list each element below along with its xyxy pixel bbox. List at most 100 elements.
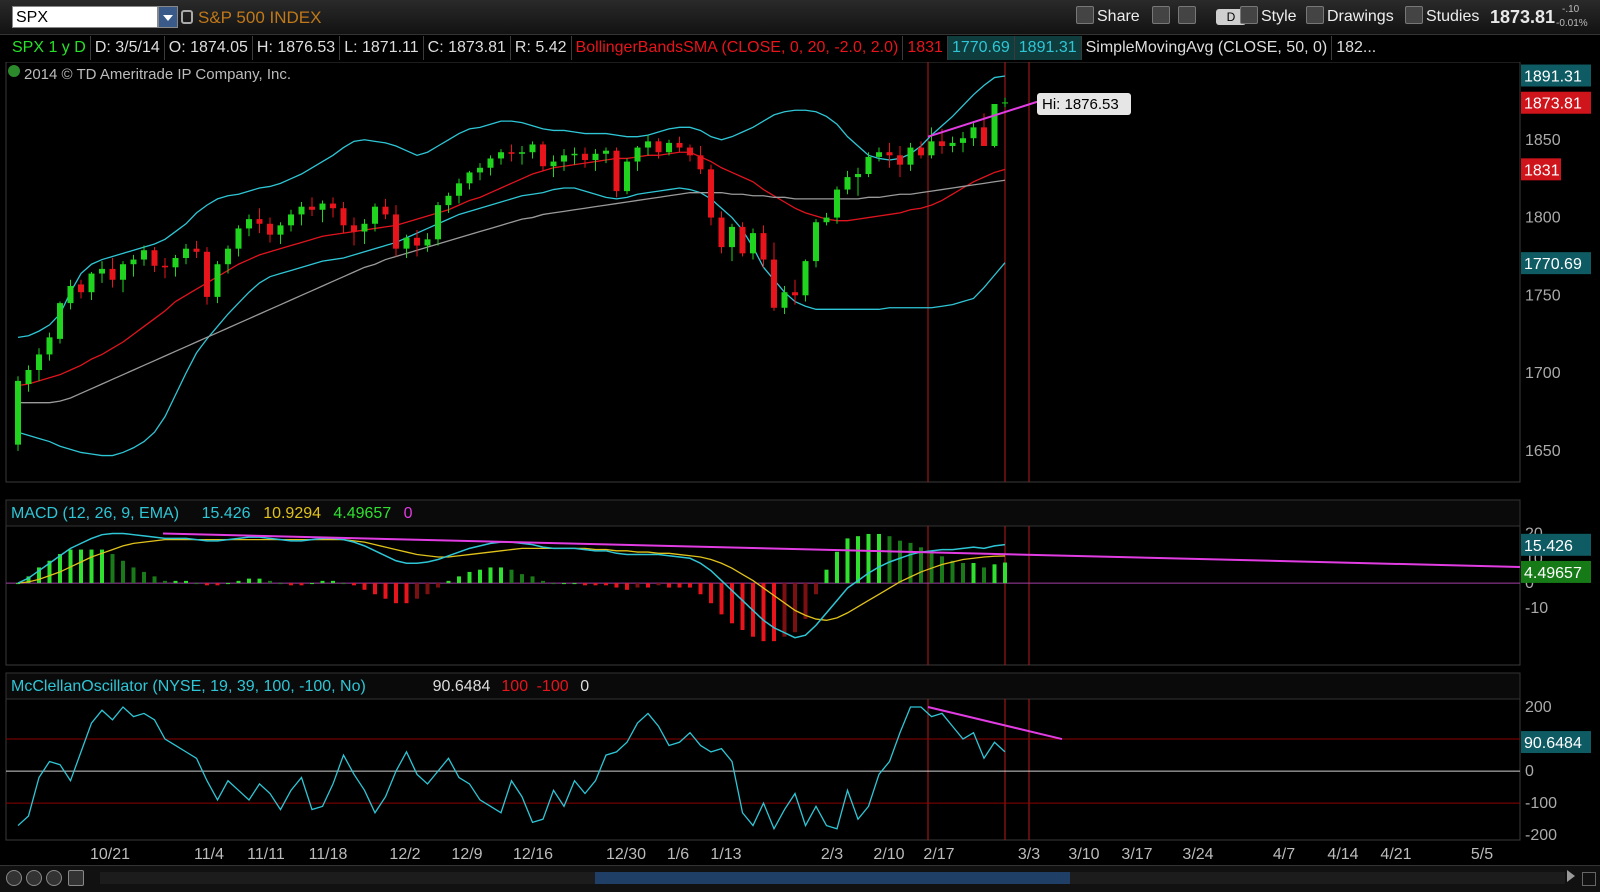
candle-body — [634, 147, 641, 162]
macd-histogram-bar — [499, 567, 503, 584]
macd-histogram-bar — [887, 536, 892, 584]
style-label: Style — [1261, 8, 1297, 25]
pan-icon[interactable] — [6, 870, 22, 886]
candle-body — [750, 233, 756, 254]
macd-histogram-bar — [152, 576, 157, 584]
candle-body — [886, 152, 893, 156]
macd-histogram-bar — [310, 583, 314, 585]
candle-body — [624, 161, 630, 192]
mcclellan-header-4: 0 — [580, 678, 589, 695]
candle-body — [739, 226, 746, 254]
candle-body — [603, 150, 609, 154]
bollinger-lower-value: 1770.69 — [947, 36, 1015, 60]
candle-body — [382, 206, 389, 215]
macd-histogram-bar — [646, 583, 650, 588]
date-tick-label: 3/17 — [1121, 846, 1152, 863]
candle-body — [372, 206, 378, 224]
macd-header-0: MACD (12, 26, 9, EMA) — [11, 505, 179, 522]
studies-button[interactable]: Studies — [1405, 5, 1479, 29]
candle-body — [508, 152, 515, 154]
candle-body — [697, 155, 704, 170]
copyright-text: 2014 © TD Ameritrade IP Company, Inc. — [24, 66, 291, 83]
candle-body — [319, 203, 326, 210]
high-readout: H: 1876.53 — [253, 36, 341, 60]
candle-body — [120, 264, 126, 280]
mcclellan-tick-label: 200 — [1525, 699, 1552, 716]
candle-body — [466, 172, 473, 184]
macd-histogram-bar — [173, 580, 178, 584]
macd-histogram-bar — [373, 583, 377, 595]
symbol-input[interactable]: SPX — [12, 6, 158, 28]
macd-histogram-bar — [415, 583, 419, 599]
resize-grip-icon[interactable] — [1582, 872, 1596, 886]
zoom-out-icon[interactable] — [46, 870, 62, 886]
share-button[interactable]: Share — [1076, 5, 1140, 29]
macd-histogram-bar — [688, 583, 692, 588]
sma-study-label[interactable]: SimpleMovingAvg (CLOSE, 50, 0) — [1082, 36, 1333, 60]
candle-body — [277, 225, 284, 235]
crosshair-tool-button[interactable] — [1152, 5, 1173, 29]
candle-body — [519, 152, 525, 154]
drawings-button[interactable]: Drawings — [1306, 5, 1394, 29]
candle-body — [582, 153, 588, 160]
macd-histogram-bar — [299, 583, 304, 586]
scroll-right-icon[interactable] — [1567, 870, 1575, 882]
date-tick-label: 11/18 — [309, 846, 348, 863]
candle-body — [445, 195, 452, 206]
candle-body — [67, 286, 74, 304]
expand-icon — [8, 65, 20, 77]
macd-histogram-bar — [100, 549, 104, 584]
macd-histogram-bar — [698, 583, 703, 595]
macd-histogram-bar — [509, 569, 514, 584]
candle-body — [708, 169, 714, 218]
studies-label: Studies — [1426, 8, 1480, 25]
candle-body — [214, 264, 221, 297]
candle-body — [571, 153, 578, 156]
candle-body — [771, 259, 777, 308]
macd-histogram-bar — [593, 583, 598, 586]
macd-histogram-bar — [58, 554, 62, 584]
range-readout: R: 5.42 — [511, 36, 572, 60]
price-tick-label: 1800 — [1525, 210, 1561, 227]
macd-histogram-bar — [520, 574, 524, 584]
sma-value: 182... — [1336, 39, 1377, 56]
macd-tick-label: -10 — [1525, 600, 1548, 617]
price-label-2: 1831 — [1524, 162, 1560, 179]
macd-histogram-bar — [184, 580, 188, 584]
macd-histogram-bar — [992, 564, 997, 584]
crosshair-icon — [1152, 6, 1170, 24]
scroll-thumb[interactable] — [595, 872, 1070, 884]
chart-canvas[interactable]: 2014 © TD Ameritrade IP Company, Inc. Hi… — [0, 62, 1600, 864]
candle-body — [792, 292, 798, 296]
candle-body — [907, 147, 914, 165]
style-button[interactable]: Style — [1240, 5, 1297, 29]
macd-histogram-bar — [982, 567, 986, 584]
link-icon[interactable] — [181, 10, 193, 24]
candle-body — [204, 251, 210, 297]
date-tick-label: 4/7 — [1273, 846, 1295, 863]
candle-body — [414, 237, 420, 246]
macd-histogram-bar — [719, 583, 724, 615]
macd-histogram-bar — [835, 551, 839, 584]
candle-body — [529, 144, 536, 153]
candle-body — [267, 223, 273, 235]
macd-histogram-bar — [215, 583, 220, 586]
zoom-in-icon[interactable] — [26, 870, 42, 886]
candle-body — [760, 233, 767, 260]
settings-tool-button[interactable] — [1178, 5, 1199, 29]
macd-histogram-bar — [163, 580, 167, 584]
price-label-1: 1873.81 — [1524, 96, 1582, 113]
candle-body — [88, 273, 95, 293]
symbol-dropdown-button[interactable] — [158, 6, 178, 28]
candle-body — [235, 228, 242, 249]
candle-body — [15, 380, 21, 445]
macd-histogram-bar — [950, 560, 955, 584]
candle-body — [981, 127, 987, 146]
period-label[interactable]: SPX 1 y D — [8, 36, 91, 60]
share-label: Share — [1097, 8, 1140, 25]
change-absolute: -.10 — [1562, 4, 1580, 15]
macd-histogram-bar — [740, 583, 745, 631]
pointer-icon[interactable] — [68, 870, 84, 886]
macd-histogram-bar — [205, 583, 209, 586]
bollinger-study-label[interactable]: BollingerBandsSMA (CLOSE, 0, 20, -2.0, 2… — [572, 36, 904, 60]
